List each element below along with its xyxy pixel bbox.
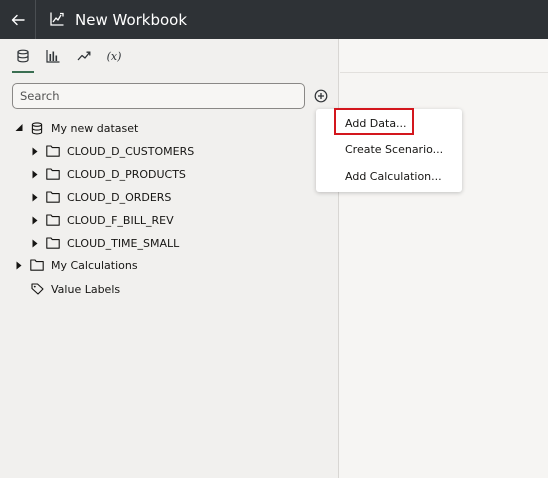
tab-expressions[interactable]: (x) (102, 45, 126, 67)
tree-item-table[interactable]: CLOUD_F_BILL_REV (29, 210, 174, 230)
search-input[interactable] (12, 83, 305, 109)
tab-analytics[interactable] (72, 45, 96, 67)
data-panel: (x) My new dataset CLOUD_ (0, 39, 339, 478)
tree-item-label: CLOUD_D_ORDERS (67, 190, 172, 204)
database-icon (17, 49, 29, 63)
tab-visualizations[interactable] (41, 45, 65, 67)
tree-item-label: My new dataset (51, 121, 139, 135)
tree-item-table[interactable]: CLOUD_D_CUSTOMERS (29, 141, 194, 161)
tree-item-label: CLOUD_TIME_SMALL (67, 236, 180, 250)
chart-edit-icon (50, 12, 64, 26)
tree-item-table[interactable]: CLOUD_D_ORDERS (29, 187, 171, 207)
caret-down-icon[interactable] (13, 118, 25, 138)
plus-circle-icon (314, 89, 328, 103)
trend-arrow-icon (77, 51, 91, 61)
active-tab-indicator (12, 71, 34, 73)
panel-tabs: (x) (0, 39, 339, 73)
tree-item-label: CLOUD_D_CUSTOMERS (67, 144, 195, 158)
caret-right-icon[interactable] (29, 141, 41, 161)
folder-icon (45, 141, 61, 161)
tree-item-table[interactable]: CLOUD_D_PRODUCTS (29, 164, 186, 184)
folder-icon (45, 210, 61, 230)
tree-item-value-labels[interactable]: Value Labels (13, 279, 120, 299)
tree-item-label: Value Labels (51, 282, 121, 296)
menu-item-create-scenario[interactable]: Create Scenario... (316, 139, 462, 161)
caret-right-icon[interactable] (29, 187, 41, 207)
tree-item-label: My Calculations (51, 258, 138, 272)
add-button[interactable] (313, 88, 329, 104)
database-icon (29, 118, 45, 138)
workbook-title: New Workbook (75, 11, 188, 29)
caret-right-icon[interactable] (29, 210, 41, 230)
canvas-area[interactable] (340, 39, 548, 478)
tab-data[interactable] (11, 45, 35, 67)
back-button[interactable] (0, 0, 36, 39)
folder-icon (45, 164, 61, 184)
bar-chart-icon (46, 50, 60, 63)
menu-item-add-data[interactable]: Add Data... (316, 113, 462, 135)
arrow-left-icon (11, 14, 25, 25)
add-menu: Add Data... Create Scenario... Add Calcu… (316, 109, 462, 192)
title-bar: New Workbook (0, 0, 548, 39)
menu-item-add-calculation[interactable]: Add Calculation... (316, 166, 462, 188)
tree-item-calculations[interactable]: My Calculations (13, 255, 138, 275)
folder-icon (29, 255, 45, 275)
expression-label: (x) (106, 49, 122, 63)
tag-icon (29, 279, 45, 299)
caret-right-icon[interactable] (29, 164, 41, 184)
caret-right-icon[interactable] (29, 233, 41, 253)
canvas-header (340, 39, 548, 73)
tree-item-label: CLOUD_D_PRODUCTS (67, 167, 186, 181)
caret-right-icon[interactable] (13, 255, 25, 275)
tree-item-table[interactable]: CLOUD_TIME_SMALL (29, 233, 179, 253)
folder-icon (45, 233, 61, 253)
tree-item-label: CLOUD_F_BILL_REV (67, 213, 174, 227)
tree-item-dataset[interactable]: My new dataset (13, 118, 138, 138)
folder-icon (45, 187, 61, 207)
